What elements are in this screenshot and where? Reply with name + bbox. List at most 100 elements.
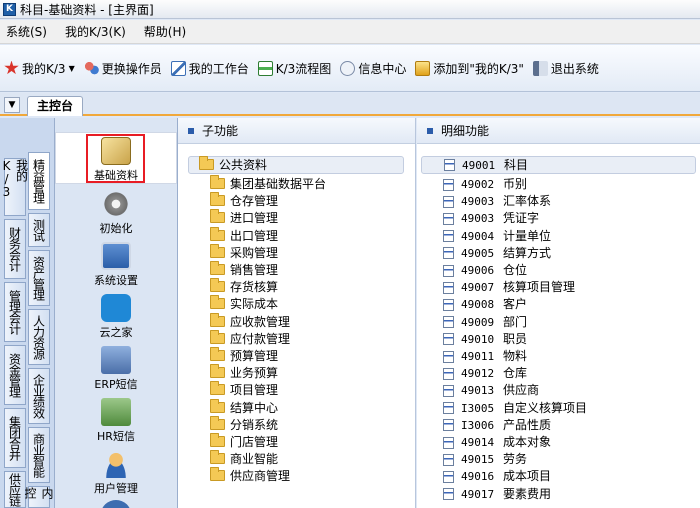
sub-function-item[interactable]: 仓存管理 xyxy=(210,192,278,210)
sub-function-item[interactable]: 门店管理 xyxy=(210,433,278,451)
sub-function-item[interactable]: 项目管理 xyxy=(210,381,279,399)
function-user-management[interactable]: 用户管理 xyxy=(55,448,177,496)
k3-flowchart-button[interactable]: K/3流程图 xyxy=(257,60,331,77)
sub-function-item[interactable]: 实际成本 xyxy=(210,295,278,313)
vtab-internal-control[interactable]: 内控 xyxy=(23,486,54,508)
vtab-management-accounting[interactable]: 管理会计 xyxy=(4,282,26,342)
detail-function-item[interactable]: 49016 成本项目 xyxy=(443,468,551,485)
detail-function-code: 49003 xyxy=(461,195,495,209)
vtab-business-intelligence[interactable]: 商业智能 xyxy=(28,427,50,483)
chevron-down-icon[interactable]: ▼ xyxy=(69,64,75,73)
detail-function-item[interactable]: 49015 劳务 xyxy=(443,451,527,468)
folder-icon xyxy=(210,175,225,189)
exit-system-button[interactable]: 退出系统 xyxy=(532,60,599,77)
sub-function-item[interactable]: 集团基础数据平台 xyxy=(210,175,326,193)
document-icon xyxy=(443,402,454,415)
detail-function-item[interactable]: I3006 产品性质 xyxy=(443,417,551,434)
detail-function-code: 49002 xyxy=(461,178,495,191)
sub-function-panel: 子功能 公共资料 集团基础数据平台 仓存管理 进口管理 出口管理 采购管理 销售管理 存货核算… xyxy=(178,118,416,508)
sub-function-item[interactable]: 进口管理 xyxy=(210,209,278,227)
tab-dropdown-button[interactable]: ▼ xyxy=(4,97,20,113)
sub-function-label: 项目管理 xyxy=(230,383,279,398)
detail-function-item[interactable]: 49006 仓位 xyxy=(443,262,527,279)
detail-function-panel: 明细功能 49001 科目 49002 币别 49003 汇率体系 49003 凭证字 4900… xyxy=(417,118,700,508)
vtab-my-k3[interactable]: 我的K/3 xyxy=(0,158,29,216)
detail-function-name: 物料 xyxy=(503,349,528,363)
function-erp-sms-label: ERP短信 xyxy=(94,378,138,391)
detail-function-item[interactable]: 49010 职员 xyxy=(443,331,527,348)
info-center-button[interactable]: 信息中心 xyxy=(340,60,406,77)
sub-function-item[interactable]: 供应商管理 xyxy=(210,467,290,485)
detail-function-item[interactable]: 49002 币别 xyxy=(443,176,527,193)
detail-function-item[interactable]: 49013 供应商 xyxy=(443,382,539,399)
vtab-enterprise-performance[interactable]: 企业绩效 xyxy=(28,368,50,424)
detail-function-item[interactable]: 49004 计量单位 xyxy=(443,228,551,245)
highlight-box-basic-data xyxy=(86,134,145,183)
function-erp-sms[interactable]: ERP短信 xyxy=(55,344,177,392)
detail-function-item[interactable]: 49009 部门 xyxy=(443,314,527,331)
sub-function-item[interactable]: 存货核算 xyxy=(210,278,279,296)
folder-icon xyxy=(210,209,225,224)
vtab-fund-management[interactable]: 资金管理 xyxy=(4,345,26,405)
menu-my-k3[interactable]: 我的K/3(K) xyxy=(65,23,126,40)
vtab-test[interactable]: 测试 xyxy=(28,213,50,247)
menu-help[interactable]: 帮助(H) xyxy=(144,23,186,40)
detail-function-item[interactable]: 49008 客户 xyxy=(443,296,527,313)
sub-function-label: 业务预算 xyxy=(230,366,279,381)
vtab-financial-accounting[interactable]: 财务会计 xyxy=(4,219,26,279)
switch-operator-button[interactable]: 更换操作员 xyxy=(83,60,162,77)
detail-function-item[interactable]: 49012 仓库 xyxy=(443,365,527,382)
function-hr-sms-label: HR短信 xyxy=(97,430,135,443)
sub-function-item[interactable]: 采购管理 xyxy=(210,243,278,262)
sub-function-item[interactable]: 商业智能 xyxy=(210,450,278,468)
exit-icon xyxy=(532,60,548,76)
detail-function-item[interactable]: 49003 汇率体系 xyxy=(443,193,551,210)
sub-function-item[interactable]: 分销系统 xyxy=(210,415,278,434)
detail-function-name: 部门 xyxy=(503,314,528,329)
detail-function-name: 计量单位 xyxy=(503,228,552,243)
document-icon xyxy=(443,367,454,380)
my-k3-button[interactable]: 我的K/3 ▼ xyxy=(4,60,75,77)
vtab-human-resources[interactable]: 人力资源 xyxy=(28,309,50,365)
sub-function-item[interactable]: 应付款管理 xyxy=(210,329,290,348)
my-workbench-button[interactable]: 我的工作台 xyxy=(170,60,249,77)
detail-function-item[interactable]: 49001 科目 xyxy=(421,156,696,174)
function-system-settings[interactable]: 系统设置 xyxy=(55,240,177,288)
add-icon xyxy=(415,60,431,76)
vtab-group-consolidation[interactable]: 集团合并 xyxy=(4,408,26,468)
folder-icon xyxy=(210,364,225,379)
document-icon xyxy=(443,247,454,260)
detail-function-item[interactable]: 49014 成本对象 xyxy=(443,434,551,451)
function-cloud-home[interactable]: 云之家 xyxy=(55,292,177,340)
sub-function-item[interactable]: 出口管理 xyxy=(210,226,278,245)
sub-function-item[interactable]: 公共资料 xyxy=(188,156,404,174)
sub-function-item[interactable]: 业务预算 xyxy=(210,364,279,382)
detail-function-item[interactable]: 49003 凭证字 xyxy=(443,210,539,227)
detail-function-item[interactable]: 49007 核算项目管理 xyxy=(443,279,575,296)
detail-function-item[interactable]: 49011 物料 xyxy=(443,348,527,365)
detail-function-code: 49006 xyxy=(461,264,495,277)
sub-function-item[interactable]: 销售管理 xyxy=(210,261,278,279)
detail-function-name: 币别 xyxy=(503,177,528,191)
sub-function-item[interactable]: 结算中心 xyxy=(210,398,278,417)
vtab-lean-management[interactable]: 精益管理 xyxy=(28,152,50,210)
detail-function-item[interactable]: 49017 要素费用 xyxy=(443,486,551,503)
function-hr-sms[interactable]: HR短信 xyxy=(55,396,177,444)
tab-main-console[interactable]: 主控台 xyxy=(27,96,84,116)
sub-function-title: 子功能 xyxy=(202,124,239,138)
sub-function-label: 存货核算 xyxy=(230,280,279,295)
function-initialization[interactable]: 初始化 xyxy=(55,188,177,236)
tab-strip: ▼ 主控台 xyxy=(0,93,700,116)
detail-function-item[interactable]: 49005 结算方式 xyxy=(443,245,551,262)
sub-function-item[interactable]: 应收款管理 xyxy=(210,312,290,331)
sub-function-item[interactable]: 预算管理 xyxy=(210,347,278,365)
detail-function-item[interactable]: I3005 自定义核算项目 xyxy=(443,400,587,417)
function-user-management-label: 用户管理 xyxy=(94,482,138,495)
vtab-asset-management[interactable]: 资产管理 xyxy=(28,250,50,306)
menu-system[interactable]: 系统(S) xyxy=(6,23,47,40)
add-to-my-k3-button[interactable]: 添加到"我的K/3" xyxy=(415,60,524,77)
detail-function-header: 明细功能 xyxy=(417,118,700,144)
function-more[interactable] xyxy=(55,500,177,508)
detail-function-name: 成本项目 xyxy=(503,469,552,484)
detail-function-name: 汇率体系 xyxy=(503,194,552,209)
